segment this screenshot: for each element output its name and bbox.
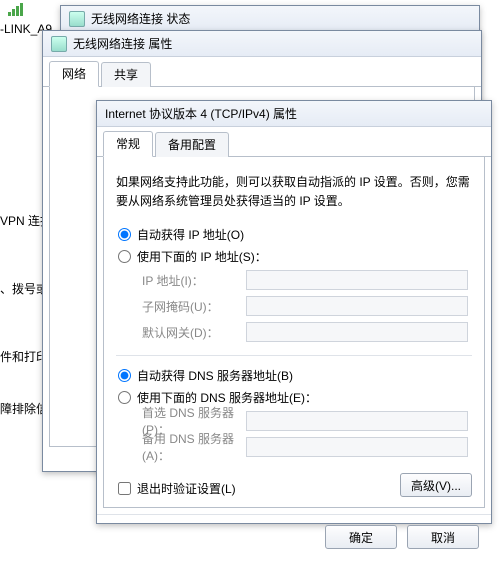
tab-share[interactable]: 共享 — [101, 62, 151, 87]
radio-ip-manual[interactable] — [118, 250, 131, 263]
tabstrip-ipv4: 常规 备用配置 — [97, 133, 491, 157]
subnet-mask-input — [246, 296, 468, 316]
radio-ip-auto[interactable] — [118, 228, 131, 241]
radio-dns-auto[interactable] — [118, 369, 131, 382]
wifi-icon — [51, 36, 67, 52]
radio-dns-manual[interactable] — [118, 391, 131, 404]
sidebar-trouble-text: 障排除信 — [0, 400, 48, 417]
titlebar-ipv4[interactable]: Internet 协议版本 4 (TCP/IPv4) 属性 — [97, 101, 491, 127]
button-bar: 确定 取消 — [97, 514, 491, 561]
checkbox-validate-label: 退出时验证设置(L) — [137, 480, 236, 497]
sidebar-dial-text: 、拨号或 — [0, 280, 48, 297]
wifi-signal-icon — [8, 2, 26, 16]
titlebar-wifi-status[interactable]: 无线网络连接 状态 — [61, 6, 479, 32]
ipv4-description: 如果网络支持此功能，则可以获取自动指派的 IP 设置。否则，您需要从网络系统管理… — [116, 173, 472, 211]
cancel-button[interactable]: 取消 — [407, 525, 479, 549]
titlebar-text: 无线网络连接 状态 — [91, 10, 190, 27]
dns-pref-input — [246, 411, 468, 431]
default-gateway-label: 默认网关(D)： — [116, 324, 246, 341]
radio-ip-auto-label: 自动获得 IP 地址(O) — [137, 226, 244, 243]
radio-dns-manual-label: 使用下面的 DNS 服务器地址(E)： — [137, 389, 317, 406]
tab-general[interactable]: 常规 — [103, 131, 153, 157]
dns-alt-input — [246, 437, 468, 457]
ip-address-input — [246, 270, 468, 290]
tabbody-ipv4: 如果网络支持此功能，则可以获取自动指派的 IP 设置。否则，您需要从网络系统管理… — [103, 157, 485, 508]
window-ipv4-properties: Internet 协议版本 4 (TCP/IPv4) 属性 常规 备用配置 如果… — [96, 100, 492, 524]
wifi-icon — [69, 11, 85, 27]
default-gateway-input — [246, 322, 468, 342]
titlebar-wifi-properties[interactable]: 无线网络连接 属性 — [43, 31, 481, 57]
advanced-button[interactable]: 高级(V)... — [400, 473, 472, 497]
titlebar-text: 无线网络连接 属性 — [73, 35, 172, 52]
tab-network[interactable]: 网络 — [49, 61, 99, 87]
ok-button[interactable]: 确定 — [325, 525, 397, 549]
tab-alt-config[interactable]: 备用配置 — [155, 132, 229, 157]
dns-alt-label: 备用 DNS 服务器(A)： — [116, 430, 246, 464]
tabstrip-wifi-properties: 网络 共享 — [43, 63, 481, 87]
titlebar-text: Internet 协议版本 4 (TCP/IPv4) 属性 — [105, 105, 297, 122]
radio-dns-auto-label: 自动获得 DNS 服务器地址(B) — [137, 367, 293, 384]
checkbox-validate-on-exit[interactable] — [118, 482, 131, 495]
ip-address-label: IP 地址(I)： — [116, 272, 246, 289]
subnet-mask-label: 子网掩码(U)： — [116, 298, 246, 315]
radio-ip-manual-label: 使用下面的 IP 地址(S)： — [137, 248, 267, 265]
sidebar-print-text: 件和打印 — [0, 348, 48, 365]
